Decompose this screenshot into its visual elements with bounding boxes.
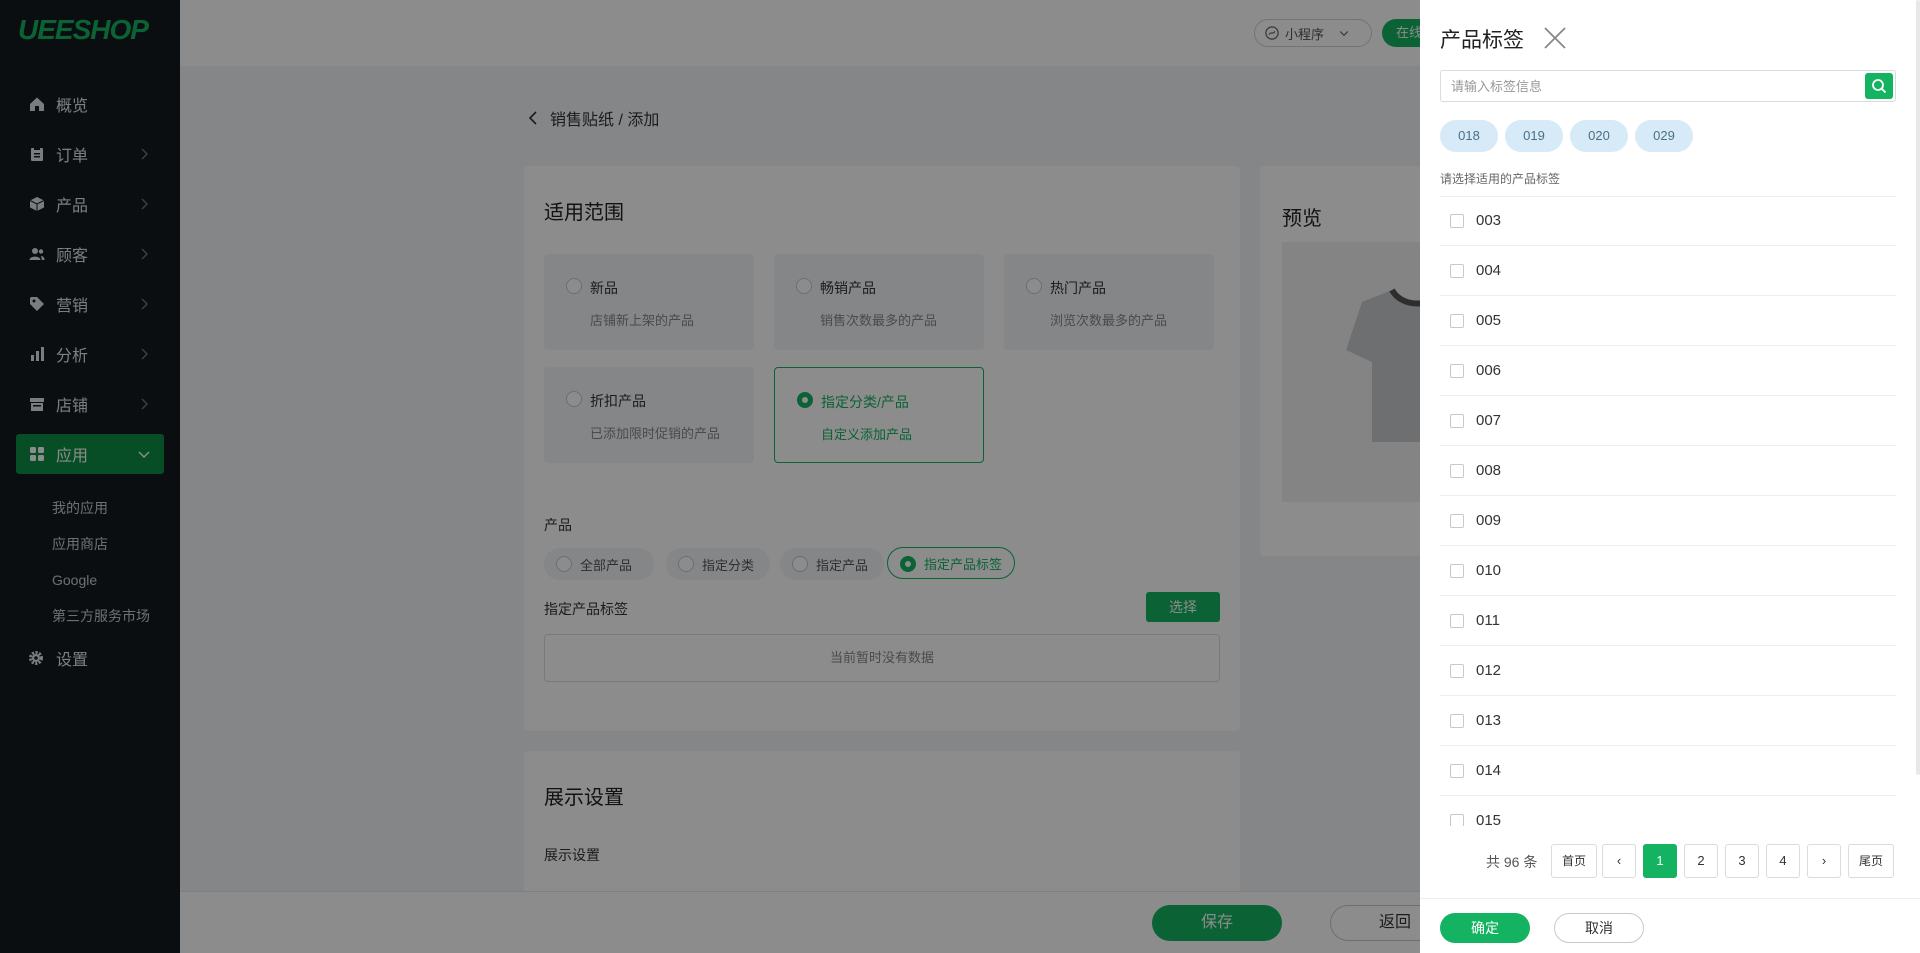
product-tag-drawer: 产品标签 018 019 020 029 请选择适用的产品标签 00300400… bbox=[1420, 0, 1920, 953]
tag-row[interactable]: 014 bbox=[1440, 746, 1896, 796]
pagination-page[interactable]: 4 bbox=[1766, 844, 1800, 878]
pagination-prev[interactable]: ‹ bbox=[1602, 844, 1636, 878]
pagination-first[interactable]: 首页 bbox=[1551, 844, 1597, 878]
tag-row[interactable]: 013 bbox=[1440, 696, 1896, 746]
tag-checkbox[interactable] bbox=[1450, 813, 1464, 826]
tag-label: 009 bbox=[1476, 512, 1502, 529]
tag-checkbox[interactable] bbox=[1450, 713, 1464, 728]
pagination-total: 共 96 条 bbox=[1486, 854, 1538, 870]
tag-checkbox[interactable] bbox=[1450, 663, 1464, 678]
pagination-page[interactable]: 3 bbox=[1725, 844, 1759, 878]
selected-tag-chip[interactable]: 019 bbox=[1505, 120, 1563, 152]
tag-label: 006 bbox=[1476, 362, 1502, 379]
tag-row[interactable]: 004 bbox=[1440, 246, 1896, 296]
tag-row[interactable]: 010 bbox=[1440, 546, 1896, 596]
tag-checkbox[interactable] bbox=[1450, 363, 1464, 378]
tag-label: 013 bbox=[1476, 712, 1502, 729]
tag-search-input[interactable] bbox=[1451, 77, 1851, 95]
tag-checkbox[interactable] bbox=[1450, 313, 1464, 328]
tag-label: 012 bbox=[1476, 662, 1502, 679]
tag-label: 004 bbox=[1476, 262, 1502, 279]
search-icon bbox=[1872, 79, 1887, 94]
tag-row[interactable]: 003 bbox=[1440, 196, 1896, 246]
tag-checkbox[interactable] bbox=[1450, 613, 1464, 628]
search-button[interactable] bbox=[1865, 73, 1893, 99]
tag-search bbox=[1440, 70, 1896, 102]
selected-tag-chip[interactable]: 029 bbox=[1635, 120, 1693, 152]
tag-label: 003 bbox=[1476, 212, 1502, 229]
confirm-button[interactable]: 确定 bbox=[1440, 913, 1530, 943]
drawer-title: 产品标签 bbox=[1440, 29, 1524, 52]
pagination-next[interactable]: › bbox=[1807, 844, 1841, 878]
tag-row[interactable]: 007 bbox=[1440, 396, 1896, 446]
tag-row[interactable]: 011 bbox=[1440, 596, 1896, 646]
tag-label: 008 bbox=[1476, 462, 1502, 479]
tag-row[interactable]: 005 bbox=[1440, 296, 1896, 346]
tag-checkbox[interactable] bbox=[1450, 263, 1464, 278]
pagination-page[interactable]: 1 bbox=[1643, 844, 1677, 878]
tag-row[interactable]: 006 bbox=[1440, 346, 1896, 396]
selected-tag-chip[interactable]: 018 bbox=[1440, 120, 1498, 152]
tag-checkbox[interactable] bbox=[1450, 563, 1464, 578]
tag-row[interactable]: 008 bbox=[1440, 446, 1896, 496]
selected-tag-chip[interactable]: 020 bbox=[1570, 120, 1628, 152]
pagination-last[interactable]: 尾页 bbox=[1848, 844, 1894, 878]
drawer-footer: 确定 取消 bbox=[1420, 898, 1920, 953]
drawer-subtitle: 请选择适用的产品标签 bbox=[1440, 172, 1561, 186]
tag-list: 003 004 005 006 007 008 009 010 011 012 013 014 015 bbox=[1440, 196, 1896, 826]
tag-checkbox[interactable] bbox=[1450, 763, 1464, 778]
tag-checkbox[interactable] bbox=[1450, 463, 1464, 478]
tag-checkbox[interactable] bbox=[1450, 413, 1464, 428]
pagination-page[interactable]: 2 bbox=[1684, 844, 1718, 878]
tag-label: 005 bbox=[1476, 312, 1502, 329]
tag-row[interactable]: 015 bbox=[1440, 796, 1896, 826]
tag-label: 010 bbox=[1476, 562, 1502, 579]
drawer-scrollbar[interactable] bbox=[1916, 0, 1920, 775]
tag-row[interactable]: 009 bbox=[1440, 496, 1896, 546]
modal-overlay[interactable] bbox=[0, 0, 1420, 953]
tag-checkbox[interactable] bbox=[1450, 213, 1464, 228]
cancel-button[interactable]: 取消 bbox=[1554, 913, 1644, 943]
tag-label: 014 bbox=[1476, 762, 1502, 779]
close-icon[interactable] bbox=[1542, 25, 1568, 51]
tag-checkbox[interactable] bbox=[1450, 513, 1464, 528]
tag-label: 015 bbox=[1476, 812, 1502, 826]
tag-label: 007 bbox=[1476, 412, 1502, 429]
tag-row[interactable]: 012 bbox=[1440, 646, 1896, 696]
tag-label: 011 bbox=[1476, 612, 1500, 629]
